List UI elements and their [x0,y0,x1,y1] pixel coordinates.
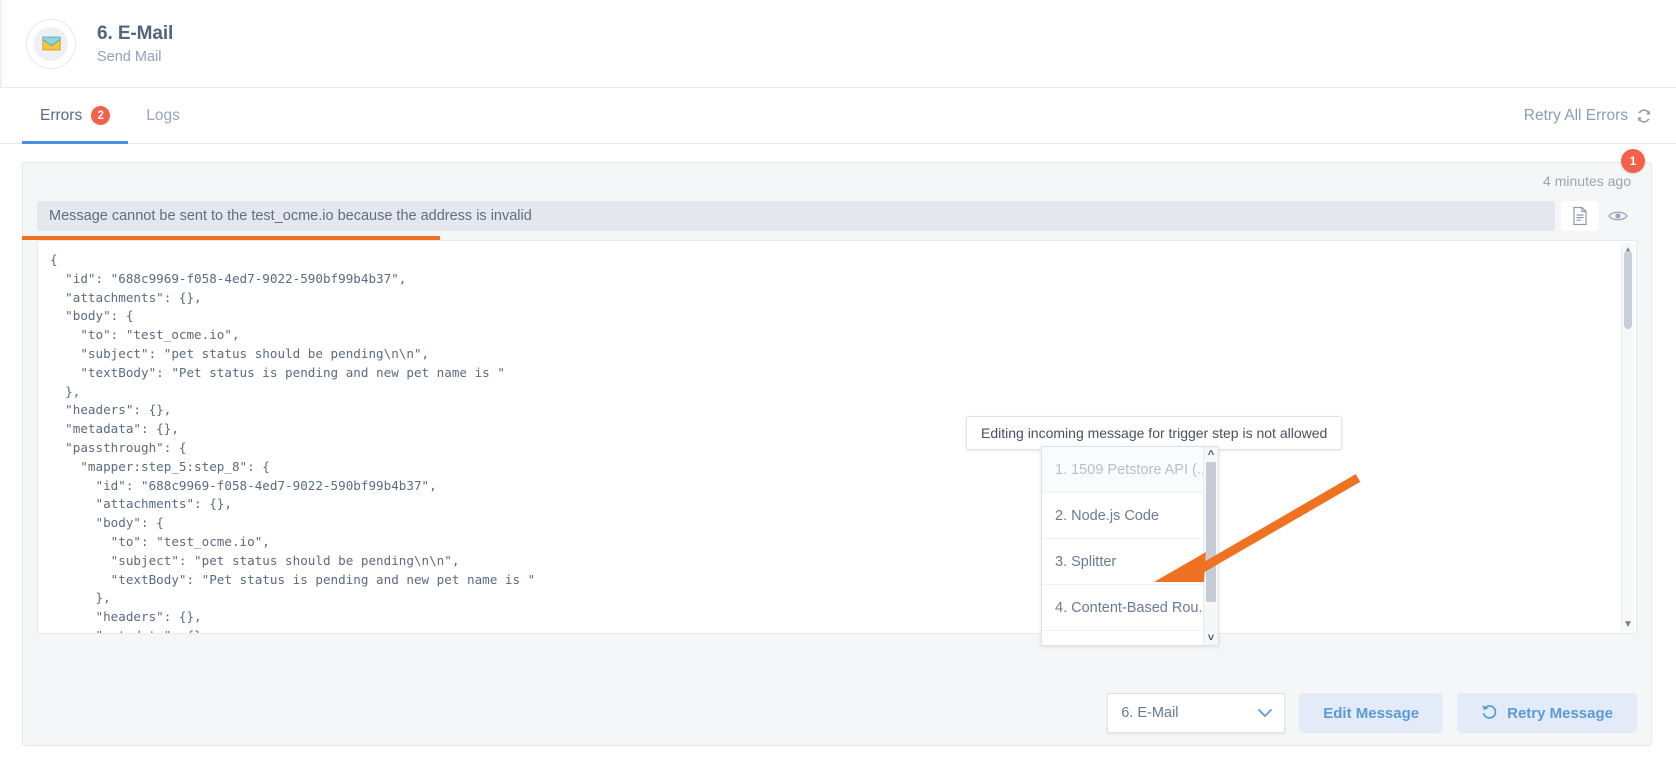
chevron-down-icon [1257,706,1273,720]
scrollbar-thumb[interactable] [1624,251,1632,329]
tab-errors-label: Errors [40,106,83,124]
error-card: 1 4 minutes ago Message cannot be sent t… [22,149,1652,746]
error-index-badge: 1 [1621,149,1645,173]
step-list-scrollbar[interactable]: ^ ˅ [1203,447,1218,645]
retry-message-label: Retry Message [1507,704,1613,722]
error-timestamp: 4 minutes ago [1543,173,1631,189]
avatar [26,18,76,69]
step-selector[interactable]: 6. E-Mail [1107,693,1286,733]
list-scroll-down-icon[interactable]: ˅ [1204,630,1218,645]
tab-bar: Errors 2 Logs Retry All Errors [0,88,1676,144]
scroll-down-icon[interactable]: ▼ [1622,617,1634,631]
header-text-group: 6. E-Mail Send Mail [97,22,173,66]
step-selector-value: 6. E-Mail [1121,705,1179,721]
page-header: 6. E-Mail Send Mail [0,0,1676,88]
step-option-3[interactable]: 3. Splitter [1042,539,1218,585]
step-option-1: 1. 1509 Petstore API (... [1042,447,1218,493]
step-dropdown-list[interactable]: 1. 1509 Petstore API (... 2. Node.js Cod… [1041,446,1219,646]
document-icon[interactable] [1561,201,1599,231]
error-row-icon-group [1561,201,1637,231]
envelope-mail-icon [34,26,68,61]
tooltip-edit-not-allowed: Editing incoming message for trigger ste… [966,416,1343,450]
step-option-2[interactable]: 2. Node.js Code [1042,493,1218,539]
message-payload-panel: { "id": "688c9969-f058-4ed7-9022-590bf99… [37,240,1637,634]
undo-refresh-icon [1481,703,1498,724]
error-message-row: Message cannot be sent to the test_ocme.… [37,201,1637,231]
payload-vertical-scrollbar[interactable]: ▲ ▼ [1621,243,1634,631]
retry-all-errors-button[interactable]: Retry All Errors [1524,107,1652,125]
envelope-mail-icon-svg [41,36,61,51]
annotation-underline [22,236,440,240]
edit-message-button[interactable]: Edit Message [1299,693,1444,733]
edit-message-label: Edit Message [1323,704,1420,722]
tab-logs[interactable]: Logs [128,88,198,143]
action-bar: 6. E-Mail Edit Message Retry Message [37,693,1637,733]
refresh-icon [1636,108,1652,124]
eye-icon[interactable] [1599,201,1637,231]
retry-message-button[interactable]: Retry Message [1457,693,1637,733]
error-message-text: Message cannot be sent to the test_ocme.… [37,201,1555,231]
card-topline: 4 minutes ago [37,163,1637,199]
payload-scroll-area[interactable]: { "id": "688c9969-f058-4ed7-9022-590bf99… [38,241,1636,633]
left-rail-divider [0,0,2,87]
payload-json: { "id": "688c9969-f058-4ed7-9022-590bf99… [50,252,536,633]
errors-count-badge: 2 [91,106,111,125]
step-option-4[interactable]: 4. Content-Based Rou... [1042,585,1218,631]
step-list-scrollbar-thumb[interactable] [1206,462,1216,602]
list-scroll-up-icon[interactable]: ^ [1204,447,1218,462]
retry-all-errors-label: Retry All Errors [1523,106,1628,124]
page-subtitle: Send Mail [97,49,162,66]
tab-group: Errors 2 Logs [22,88,198,144]
page-title: 6. E-Mail [97,22,174,44]
tab-logs-label: Logs [146,106,180,124]
tab-errors[interactable]: Errors 2 [22,88,129,144]
